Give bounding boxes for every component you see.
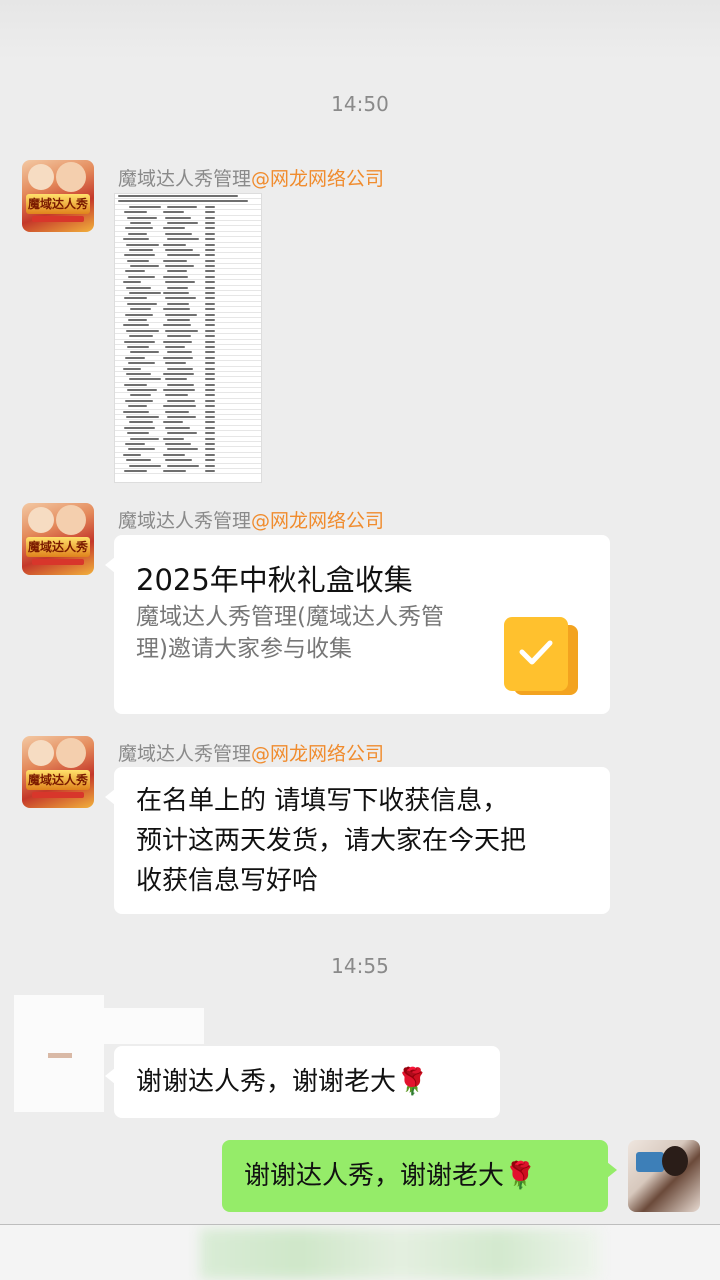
obscured-name xyxy=(104,1008,204,1044)
sender-name: 魔域达人秀管理@网龙网络公司 xyxy=(118,739,384,766)
card-description: 魔域达人秀管理(魔域达人秀管理)邀请大家参与收集 xyxy=(136,604,444,662)
group-admin-avatar[interactable]: 魔域达人秀 xyxy=(22,503,94,575)
sender-org: @网龙网络公司 xyxy=(251,168,385,190)
sender-name: 魔域达人秀管理@网龙网络公司 xyxy=(118,164,384,191)
sheet-row xyxy=(115,469,261,475)
notice-line: 在名单上的 请填写下收获信息， xyxy=(136,786,509,816)
sender-name-text: 魔域达人秀管理 xyxy=(118,510,252,532)
checkmark-doc-icon xyxy=(504,617,568,691)
avatar-logo: 魔域达人秀 xyxy=(26,770,90,790)
rose-emoji: 🌹 xyxy=(504,1161,537,1191)
sender-name-text: 魔域达人秀管理 xyxy=(118,743,252,765)
sender-name: 魔域达人秀管理@网龙网络公司 xyxy=(118,506,384,533)
avatar-logo: 魔域达人秀 xyxy=(26,194,90,214)
reply-message-self[interactable]: 谢谢达人秀，谢谢老大🌹 xyxy=(222,1140,617,1212)
sender-name-text: 魔域达人秀管理 xyxy=(118,168,252,190)
avatar-thumb-fragment xyxy=(48,1053,72,1058)
notice-message[interactable]: 在名单上的 请填写下收获信息， 预计这两天发货，请大家在今天把 收获信息写好哈 xyxy=(105,767,610,914)
group-admin-avatar[interactable]: 魔域达人秀 xyxy=(22,160,94,232)
reply-text: 谢谢达人秀，谢谢老大 xyxy=(244,1161,505,1191)
sender-org: @网龙网络公司 xyxy=(251,743,385,765)
collection-card[interactable]: 2025年中秋礼盒收集 魔域达人秀管理(魔域达人秀管理)邀请大家参与收集 xyxy=(105,535,610,714)
self-avatar[interactable] xyxy=(628,1140,700,1212)
timestamp: 14:50 xyxy=(331,92,389,116)
notice-line: 收获信息写好哈 xyxy=(136,866,319,896)
avatar-ribbon xyxy=(32,559,84,565)
rose-emoji: 🌹 xyxy=(396,1067,429,1097)
notice-line: 预计这两天发货，请大家在今天把 xyxy=(136,826,527,856)
input-bar[interactable] xyxy=(0,1225,720,1280)
card-title: 2025年中秋礼盒收集 xyxy=(136,563,413,597)
avatar-ribbon xyxy=(32,792,84,798)
reply-message-other[interactable]: 谢谢达人秀，谢谢老大🌹 xyxy=(105,1046,500,1118)
reply-text: 谢谢达人秀，谢谢老大 xyxy=(136,1067,397,1097)
spreadsheet-image-message[interactable] xyxy=(114,193,262,483)
timestamp: 14:55 xyxy=(331,954,389,978)
group-admin-avatar[interactable]: 魔域达人秀 xyxy=(22,736,94,808)
sender-org: @网龙网络公司 xyxy=(251,510,385,532)
avatar-ribbon xyxy=(32,216,84,222)
avatar-logo: 魔域达人秀 xyxy=(26,537,90,557)
top-blur-area xyxy=(0,0,720,60)
